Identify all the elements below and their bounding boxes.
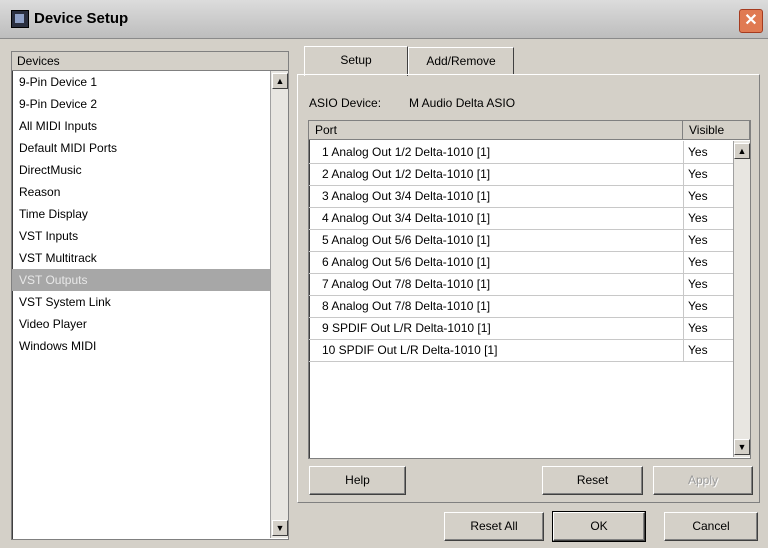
port-name-cell: 10 SPDIF Out L/R Delta-1010 [1] (322, 343, 498, 357)
device-item[interactable]: VST Inputs (12, 225, 270, 247)
table-row[interactable]: 2 Analog Out 1/2 Delta-1010 [1] Yes (309, 163, 734, 186)
table-row[interactable]: 6 Analog Out 5/6 Delta-1010 [1] Yes (309, 251, 734, 274)
visible-cell[interactable]: Yes (683, 141, 738, 163)
ports-scrollbar[interactable]: ▲ ▼ (733, 141, 750, 457)
visible-cell[interactable]: Yes (683, 185, 738, 207)
table-row[interactable]: 1 Analog Out 1/2 Delta-1010 [1] Yes (309, 141, 734, 164)
device-item[interactable]: DirectMusic (12, 159, 270, 181)
devices-header-label: Devices (17, 54, 60, 68)
column-header-port[interactable]: Port (309, 121, 683, 140)
table-row[interactable]: 7 Analog Out 7/8 Delta-1010 [1] Yes (309, 273, 734, 296)
device-item[interactable]: VST System Link (12, 291, 270, 313)
port-name-cell: 7 Analog Out 7/8 Delta-1010 [1] (322, 277, 491, 291)
devices-header: Devices (12, 52, 288, 71)
scroll-down-icon[interactable]: ▼ (272, 520, 288, 536)
cancel-button[interactable]: Cancel (664, 512, 758, 541)
column-header-visible[interactable]: Visible (683, 121, 750, 140)
visible-cell[interactable]: Yes (683, 317, 738, 339)
tab-setup[interactable]: Setup (304, 46, 408, 76)
table-row[interactable]: 3 Analog Out 3/4 Delta-1010 [1] Yes (309, 185, 734, 208)
port-name-cell: 3 Analog Out 3/4 Delta-1010 [1] (322, 189, 491, 203)
table-row[interactable]: 4 Analog Out 3/4 Delta-1010 [1] Yes (309, 207, 734, 230)
device-item[interactable]: Time Display (12, 203, 270, 225)
port-name-cell: 8 Analog Out 7/8 Delta-1010 [1] (322, 299, 491, 313)
device-item[interactable]: VST Multitrack (12, 247, 270, 269)
ok-button[interactable]: OK (552, 511, 646, 542)
device-item[interactable]: 9-Pin Device 1 (12, 71, 270, 93)
table-row[interactable]: 5 Analog Out 5/6 Delta-1010 [1] Yes (309, 229, 734, 252)
table-row[interactable]: 8 Analog Out 7/8 Delta-1010 [1] Yes (309, 295, 734, 318)
visible-cell[interactable]: Yes (683, 295, 738, 317)
port-name-cell: 6 Analog Out 5/6 Delta-1010 [1] (322, 255, 491, 269)
app-icon (11, 10, 29, 28)
device-item[interactable]: VST Outputs (12, 269, 270, 291)
device-item[interactable]: Default MIDI Ports (12, 137, 270, 159)
device-item[interactable]: All MIDI Inputs (12, 115, 270, 137)
table-row[interactable]: 10 SPDIF Out L/R Delta-1010 [1] Yes (309, 339, 734, 362)
visible-cell[interactable]: Yes (683, 163, 738, 185)
port-name-cell: 2 Analog Out 1/2 Delta-1010 [1] (322, 167, 491, 181)
port-name-cell: 4 Analog Out 3/4 Delta-1010 [1] (322, 211, 491, 225)
visible-cell[interactable]: Yes (683, 207, 738, 229)
visible-cell[interactable]: Yes (683, 229, 738, 251)
port-name-cell: 9 SPDIF Out L/R Delta-1010 [1] (322, 321, 491, 335)
scroll-up-icon[interactable]: ▲ (734, 143, 750, 159)
scroll-up-icon[interactable]: ▲ (272, 73, 288, 89)
close-icon[interactable]: ✕ (739, 9, 763, 33)
apply-button[interactable]: Apply (653, 466, 753, 495)
port-name-cell: 1 Analog Out 1/2 Delta-1010 [1] (322, 145, 491, 159)
devices-scrollbar[interactable]: ▲ ▼ (270, 71, 288, 538)
asio-device-label: ASIO Device: (309, 96, 382, 110)
visible-cell[interactable]: Yes (683, 339, 738, 361)
scroll-down-icon[interactable]: ▼ (734, 439, 750, 455)
device-item[interactable]: Reason (12, 181, 270, 203)
reset-all-button[interactable]: Reset All (444, 512, 544, 541)
device-item[interactable]: 9-Pin Device 2 (12, 93, 270, 115)
device-item[interactable]: Video Player (12, 313, 270, 335)
device-item[interactable]: Windows MIDI (12, 335, 270, 357)
table-row[interactable]: 9 SPDIF Out L/R Delta-1010 [1] Yes (309, 317, 734, 340)
tab-add-remove[interactable]: Add/Remove (408, 47, 514, 75)
help-button[interactable]: Help (309, 466, 406, 495)
visible-cell[interactable]: Yes (683, 273, 738, 295)
window-title: Device Setup (34, 10, 129, 27)
title-bar: Device Setup ✕ (0, 0, 768, 39)
reset-button[interactable]: Reset (542, 466, 643, 495)
ports-table: Port Visible 1 Analog Out 1/2 Delta-1010… (308, 120, 751, 459)
devices-list[interactable]: Devices 9-Pin Device 1 9-Pin Device 2 All … (11, 51, 289, 540)
port-name-cell: 5 Analog Out 5/6 Delta-1010 [1] (322, 233, 491, 247)
visible-cell[interactable]: Yes (683, 251, 738, 273)
asio-device-value: M Audio Delta ASIO (409, 96, 516, 110)
